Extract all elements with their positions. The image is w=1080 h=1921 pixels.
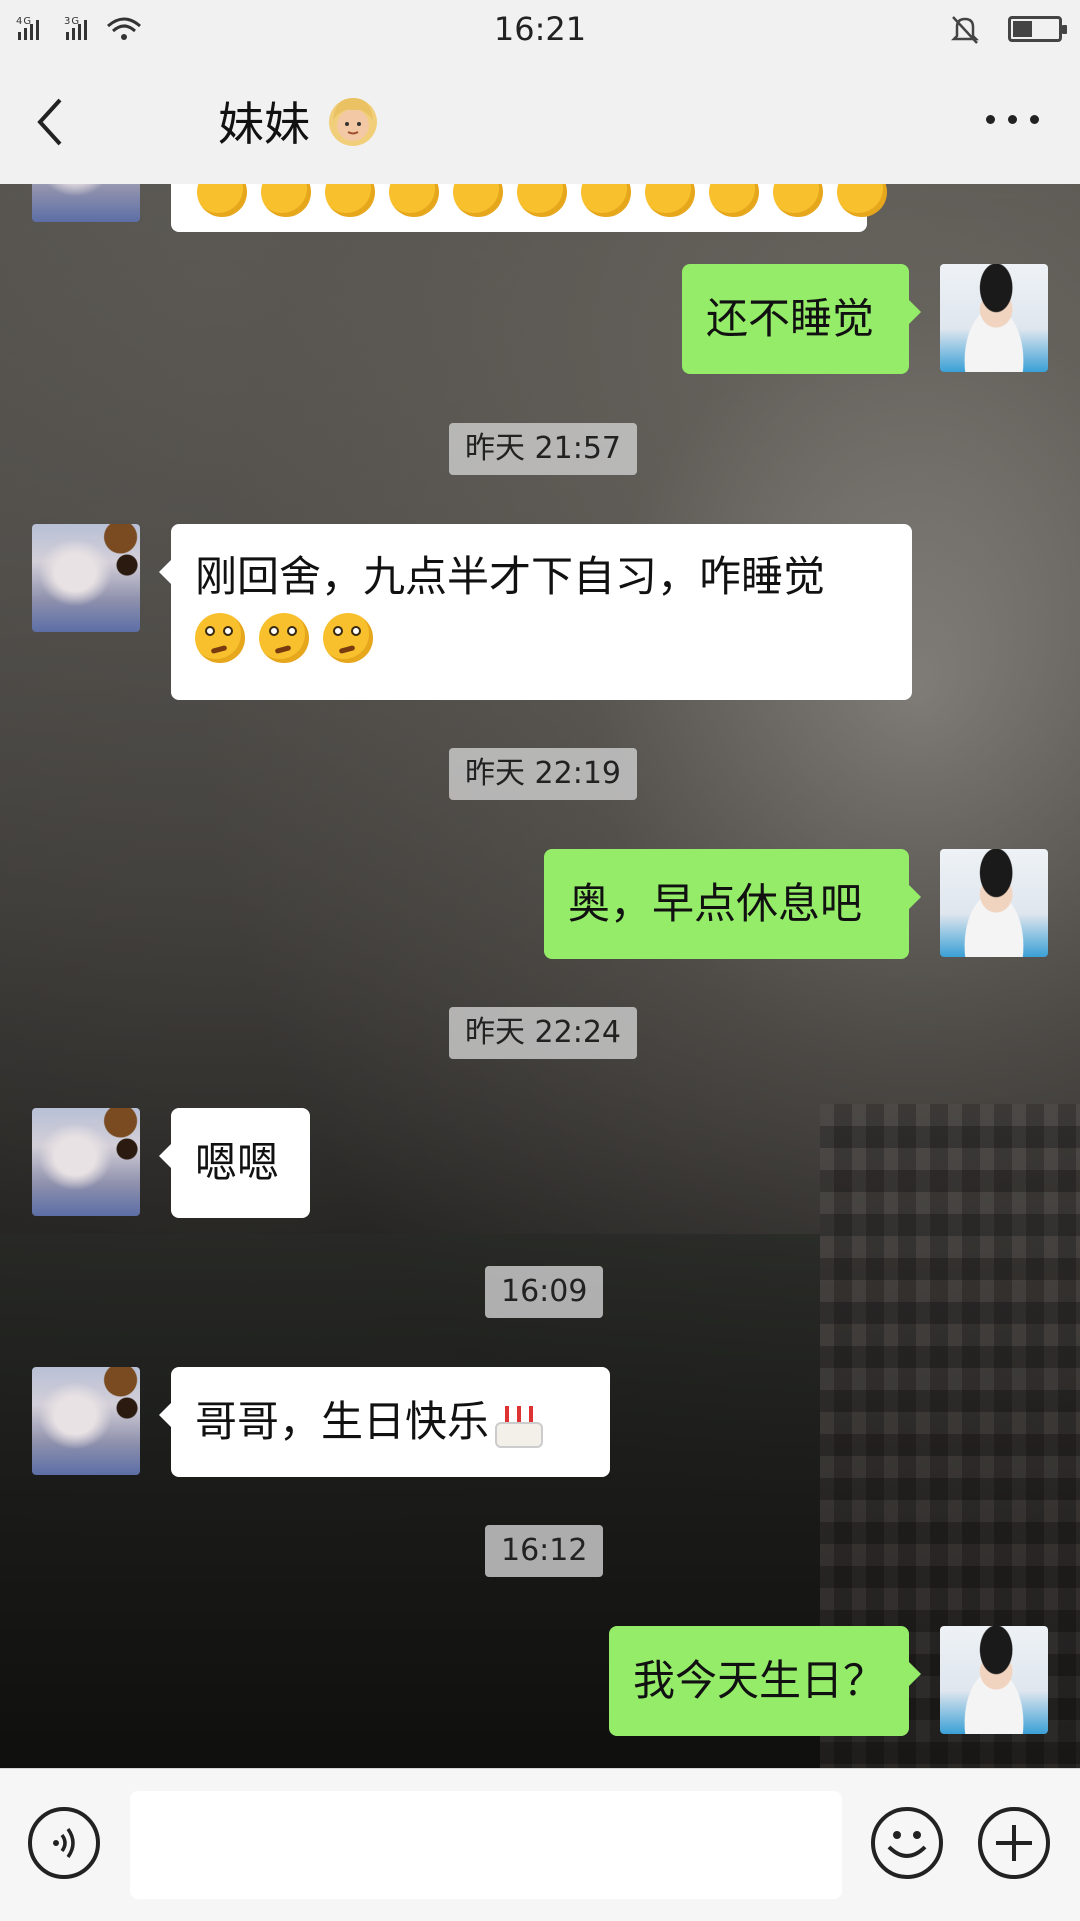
message-bubble-outgoing[interactable]: 还不睡觉 — [682, 264, 921, 374]
emoji-button[interactable] — [871, 1807, 943, 1879]
emoji-row — [195, 608, 888, 668]
bowtie-emoji-icon — [325, 184, 375, 217]
message-bubble-outgoing[interactable]: 我今天生日？ — [609, 1626, 921, 1736]
contact-avatar[interactable] — [32, 524, 140, 632]
bowtie-emoji-icon — [837, 184, 887, 217]
status-time: 16:21 — [493, 10, 587, 48]
bowtie-emoji-icon — [517, 184, 567, 217]
my-avatar[interactable] — [940, 1626, 1048, 1734]
message-text: 还不睡觉 — [706, 294, 875, 343]
my-avatar[interactable] — [940, 264, 1048, 372]
contact-avatar[interactable] — [32, 1367, 140, 1475]
bowtie-emoji-icon — [197, 184, 247, 217]
message-bubble-incoming[interactable]: 嗯嗯 — [159, 1108, 310, 1218]
bowtie-emoji-icon — [581, 184, 631, 217]
message-timestamp: 昨天 22:19 — [449, 748, 637, 800]
my-avatar[interactable] — [940, 849, 1048, 957]
plus-button[interactable] — [978, 1807, 1050, 1879]
status-right-icons — [948, 12, 1067, 46]
message-input[interactable] — [130, 1791, 842, 1899]
bowtie-emoji-icon — [389, 184, 439, 217]
confused-emoji-icon — [323, 613, 373, 663]
message-timestamp: 昨天 21:57 — [449, 423, 637, 475]
chevron-left-icon — [37, 98, 62, 146]
message-bubble-incoming[interactable] — [171, 184, 887, 232]
contact-name: 妹妹 — [218, 97, 310, 151]
battery-fill — [1013, 21, 1033, 37]
contact-avatar[interactable] — [32, 184, 140, 222]
contact-avatar[interactable] — [32, 1108, 140, 1216]
plus-icon — [996, 1825, 1032, 1861]
title-emoji — [310, 97, 381, 151]
blonde-person-icon — [328, 98, 377, 146]
message-timestamp: 16:12 — [485, 1525, 604, 1577]
voice-button[interactable] — [28, 1807, 100, 1879]
battery-icon — [1008, 16, 1067, 42]
more-icon — [986, 115, 995, 124]
message-text: 我今天生日？ — [633, 1656, 886, 1705]
more-button[interactable] — [980, 98, 1050, 138]
message-text: 嗯嗯 — [195, 1138, 280, 1187]
status-bar: 4G 3G 16:21 — [0, 0, 1080, 58]
bowtie-emoji-icon — [709, 184, 759, 217]
message-timestamp: 16:09 — [485, 1266, 604, 1318]
bowtie-emoji-icon — [645, 184, 695, 217]
message-text: 刚回舍，九点半才下自习，咋睡觉 — [195, 552, 826, 601]
bowtie-emoji-icon — [261, 184, 311, 217]
back-button[interactable] — [30, 92, 90, 152]
message-text: 奥，早点休息吧 — [568, 879, 863, 928]
emoji-row — [197, 184, 887, 222]
message-text: 哥哥，生日快乐 — [195, 1397, 490, 1446]
confused-emoji-icon — [195, 613, 245, 663]
chat-title: 妹妹 — [218, 88, 381, 154]
confused-emoji-icon — [259, 613, 309, 663]
bowtie-emoji-icon — [773, 184, 823, 217]
bowtie-emoji-icon — [453, 184, 503, 217]
chat-header: 妹妹 — [0, 58, 1080, 185]
smiley-icon — [887, 1831, 927, 1858]
message-timestamp: 昨天 22:24 — [449, 1007, 637, 1059]
cake-emoji-icon — [493, 1400, 545, 1450]
voice-icon — [53, 1827, 75, 1859]
input-bar — [0, 1768, 1080, 1921]
message-bubble-incoming[interactable]: 刚回舍，九点半才下自习，咋睡觉 — [159, 524, 912, 700]
bell-muted-icon — [950, 16, 980, 44]
chat-background[interactable]: 还不睡觉 昨天 21:57 刚回舍，九点半才下自习，咋睡觉 昨天 22:19 奥… — [0, 184, 1080, 1768]
message-bubble-outgoing[interactable]: 奥，早点休息吧 — [544, 849, 921, 959]
message-bubble-incoming[interactable]: 哥哥，生日快乐 — [159, 1367, 610, 1477]
